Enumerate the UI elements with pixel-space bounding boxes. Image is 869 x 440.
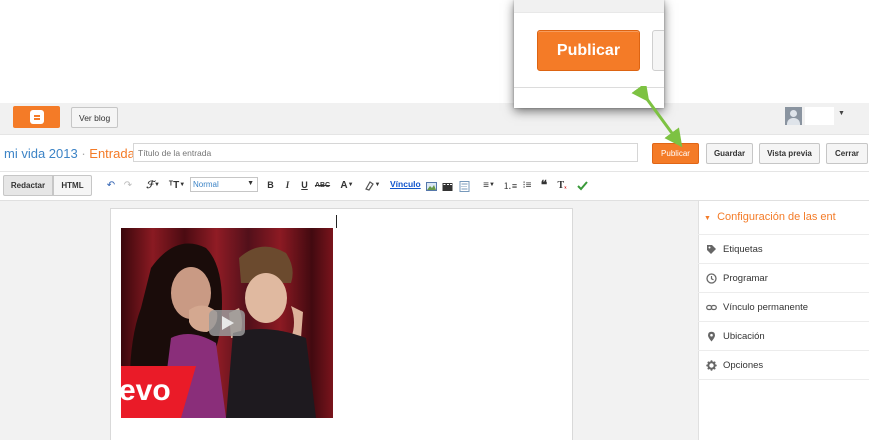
blog-title: mi vida 2013 · Entrada (4, 146, 135, 161)
preview-button[interactable]: Vista previa (759, 143, 820, 164)
video-icon[interactable] (442, 179, 453, 191)
close-button[interactable]: Cerrar (826, 143, 868, 164)
bold-icon[interactable]: B (266, 178, 275, 192)
strikethrough-icon[interactable]: ABC (315, 178, 330, 192)
sidebar-header-label: Configuración de las ent (717, 211, 836, 223)
blogger-logo-button[interactable] (13, 106, 60, 128)
sidebar-header[interactable]: ▼ Configuración de las ent (704, 211, 836, 223)
save-button[interactable]: Guardar (706, 143, 753, 164)
spellcheck-icon[interactable] (577, 178, 588, 192)
blog-name[interactable]: mi vida 2013 (4, 146, 78, 161)
embedded-video-thumbnail[interactable]: evo (121, 228, 333, 418)
link-button[interactable]: Vínculo (390, 179, 421, 189)
sidebar-item-permalink[interactable]: Vínculo permanente (698, 292, 869, 321)
highlight-color-icon[interactable]: ▼ (362, 178, 382, 192)
view-blog-button[interactable]: Ver blog (71, 107, 119, 128)
image-icon[interactable] (426, 179, 437, 191)
link-icon (706, 302, 717, 313)
zoom-callout-topbar (514, 0, 664, 13)
sidebar-item-labels[interactable]: Etiquetas (698, 234, 869, 263)
blogger-logo-icon (29, 110, 44, 124)
tab-html[interactable]: HTML (53, 175, 92, 196)
sidebar-item-label: Vínculo permanente (723, 301, 809, 313)
text-cursor (336, 215, 337, 228)
text-color-icon[interactable]: A ▼ (337, 178, 357, 192)
section-label: Entrada (89, 146, 135, 161)
avatar[interactable] (785, 107, 802, 125)
zoom-publish-button[interactable]: Publicar (537, 30, 640, 71)
pin-icon (706, 331, 717, 342)
clear-formatting-icon[interactable]: Tₓ (556, 178, 568, 192)
pointer-arrow-icon (631, 86, 683, 148)
sidebar-item-label: Programar (723, 272, 768, 284)
italic-icon[interactable]: I (283, 178, 292, 192)
numbered-list-icon[interactable]: ⒈≡ (503, 178, 517, 192)
quote-icon[interactable]: ❝ (539, 178, 549, 192)
jump-break-icon[interactable] (459, 179, 470, 192)
caret-down-icon: ▼ (704, 215, 711, 222)
tag-icon (706, 244, 717, 255)
undo-icon[interactable]: ↶ (106, 178, 116, 192)
top-bar (0, 103, 869, 135)
vevo-watermark: evo (121, 374, 171, 407)
title-separator: · (77, 146, 90, 161)
tab-compose[interactable]: Redactar (3, 175, 53, 196)
sidebar-divider (698, 379, 869, 380)
gear-icon (706, 359, 717, 371)
sidebar-item-location[interactable]: Ubicación (698, 321, 869, 350)
align-icon[interactable]: ≡ ▼ (480, 178, 498, 192)
paragraph-format-value: Normal (193, 180, 219, 189)
sidebar-item-label: Opciones (723, 359, 764, 371)
sidebar-item-label: Ubicación (723, 330, 765, 342)
redo-icon[interactable]: ↷ (123, 178, 133, 192)
bulleted-list-icon[interactable]: ⁝≡ (521, 178, 533, 192)
font-family-icon[interactable]: ℱ ▼ (143, 178, 163, 192)
chevron-down-icon[interactable]: ▼ (838, 110, 845, 117)
clock-icon (706, 272, 717, 284)
underline-icon[interactable]: U (300, 178, 309, 192)
font-size-icon[interactable]: ᵀT ▼ (167, 178, 187, 192)
sidebar-item-options[interactable]: Opciones (698, 350, 869, 379)
chevron-down-icon: ▼ (247, 180, 254, 187)
zoom-adjacent-button (652, 30, 664, 71)
post-title-input[interactable] (133, 143, 638, 162)
sidebar-item-schedule[interactable]: Programar (698, 263, 869, 292)
sidebar-item-label: Etiquetas (723, 243, 763, 255)
blogger-editor: Ver blog ▼ mi vida 2013 · Entrada Public… (0, 0, 869, 440)
account-name[interactable] (805, 107, 834, 125)
paragraph-format-select[interactable]: Normal ▼ (190, 177, 258, 192)
